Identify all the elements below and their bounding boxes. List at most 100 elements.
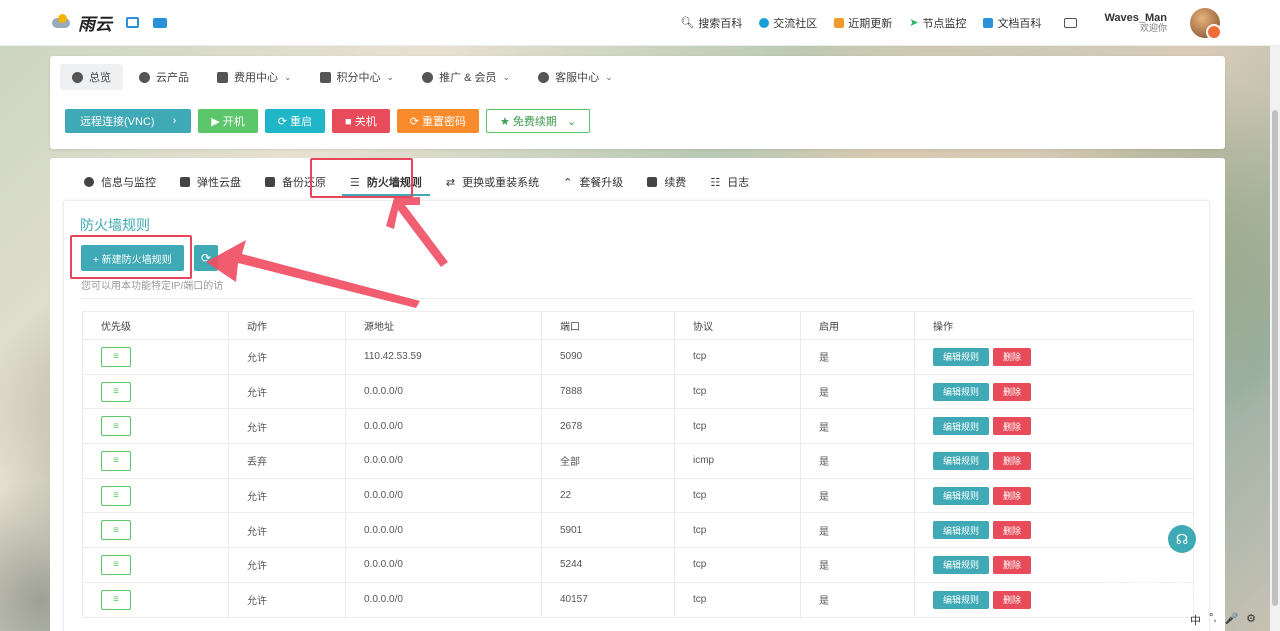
tab-label: 续费	[664, 177, 687, 189]
tab-backup-restore[interactable]: 备份还原	[253, 166, 338, 198]
protocol-cell: tcp	[674, 373, 801, 410]
vnc-button-label: 远程连接(VNC)	[80, 116, 155, 128]
menu-item-points[interactable]: 积分中心 ⌄	[308, 64, 407, 90]
mail-icon[interactable]	[1064, 17, 1078, 28]
edit-rule-button[interactable]: 编辑规则	[933, 486, 990, 505]
tab-renewal[interactable]: 续费	[635, 166, 698, 198]
refresh-button[interactable]: ⟳	[194, 245, 218, 271]
menu-item-cloud-products[interactable]: 云产品	[127, 64, 201, 90]
new-firewall-rule-button[interactable]: + 新建防火墙规则	[81, 245, 184, 271]
punctuation-icon[interactable]: °,	[1209, 612, 1216, 628]
priority-cell: ≡	[82, 512, 229, 549]
topnav-community[interactable]: 交流社区	[759, 15, 817, 31]
menu-item-label: 云产品	[156, 72, 189, 84]
ime-icon[interactable]: 中	[1190, 612, 1201, 628]
delete-rule-button[interactable]: 删除	[993, 555, 1032, 574]
topnav-monitor[interactable]: ➤ 节点监控	[909, 15, 966, 31]
free-renew-label: ★ 免费续期	[500, 116, 557, 128]
vnc-button[interactable]: 远程连接(VNC) ›	[65, 109, 192, 133]
refresh-icon: ⟳	[200, 251, 212, 265]
menu-item-promotion[interactable]: 推广 & 会员 ⌄	[410, 64, 522, 90]
drag-priority-button[interactable]: ≡	[101, 520, 131, 541]
tab-firewall-rules[interactable]: ☰ 防火墙规则	[338, 166, 434, 198]
col-port: 端口	[541, 311, 675, 340]
delete-rule-button[interactable]: 删除	[993, 382, 1032, 401]
delete-rule-button[interactable]: 删除	[993, 486, 1032, 505]
menu-item-support[interactable]: 客服中心 ⌄	[526, 64, 625, 90]
delete-rule-button[interactable]: 删除	[993, 590, 1032, 609]
table-row: ≡ 允许 0.0.0.0/0 5901 tcp 是 编辑规则 删除	[82, 512, 1194, 549]
source-cell: 0.0.0.0/0	[345, 408, 542, 445]
edit-rule-button[interactable]: 编辑规则	[933, 347, 990, 366]
customer-support-icon[interactable]: ☊	[1168, 525, 1196, 553]
drag-priority-button[interactable]: ≡	[101, 381, 131, 402]
watermark: 小黑盒	[1096, 577, 1199, 613]
delete-rule-button[interactable]: 删除	[993, 417, 1032, 436]
edit-rule-button[interactable]: 编辑规则	[933, 382, 990, 401]
top-links: 🔍︎ 搜索百科 交流社区 近期更新 ➤ 节点监控 文档百科 Waves_Man …	[680, 7, 1280, 40]
power-on-button[interactable]: ▶ 开机	[198, 109, 258, 133]
reset-password-button[interactable]: ⟳ 重置密码	[396, 109, 480, 133]
brand-logo[interactable]: 雨云	[50, 10, 167, 35]
table-row: ≡ 允许 0.0.0.0/0 7888 tcp 是 编辑规则 删除	[82, 373, 1194, 410]
table-row: ≡ 丢弃 0.0.0.0/0 全部 icmp 是 编辑规则 删除	[82, 443, 1194, 479]
image-icon[interactable]	[126, 17, 139, 28]
col-action: 动作	[228, 311, 346, 340]
shutdown-button[interactable]: ■ 关机	[332, 109, 390, 133]
tab-plan-upgrade[interactable]: ⌃ 套餐升级	[551, 166, 635, 198]
drag-priority-button[interactable]: ≡	[101, 554, 131, 575]
upgrade-icon: ⌃	[563, 176, 573, 189]
settings-icon[interactable]: ⚙	[1246, 612, 1256, 628]
topnav-search[interactable]: 🔍︎ 搜索百科	[680, 15, 742, 31]
col-enabled: 启用	[800, 311, 915, 340]
tab-logs[interactable]: ☷ 日志	[698, 166, 761, 198]
priority-cell: ≡	[82, 443, 229, 479]
monitor-icon: ➤	[909, 17, 919, 29]
edit-rule-button[interactable]: 编辑规则	[933, 521, 990, 540]
delete-rule-button[interactable]: 删除	[993, 347, 1032, 366]
port-cell: 全部	[541, 443, 675, 479]
col-protocol: 协议	[674, 311, 801, 340]
tab-reinstall-system[interactable]: ⇄ 更换或重装系统	[434, 166, 551, 198]
drag-priority-button[interactable]: ≡	[101, 589, 131, 610]
menu-item-billing[interactable]: 费用中心 ⌄	[205, 64, 304, 90]
topnav-community-label: 交流社区	[773, 17, 818, 30]
scrollbar-thumb[interactable]	[1272, 110, 1278, 606]
drag-priority-button[interactable]: ≡	[101, 450, 131, 471]
tab-info-monitor[interactable]: 信息与监控	[72, 166, 168, 198]
port-cell: 22	[541, 477, 675, 514]
tab-elastic-disk[interactable]: 弹性云盘	[168, 166, 253, 198]
port-cell: 5901	[541, 512, 675, 549]
edit-rule-button[interactable]: 编辑规则	[933, 451, 990, 470]
col-source: 源地址	[345, 311, 542, 340]
drag-priority-button[interactable]: ≡	[101, 346, 131, 367]
free-renew-button[interactable]: ★ 免费续期 ⌄	[486, 109, 591, 133]
menu-item-overview[interactable]: 总览	[60, 64, 123, 90]
restart-button[interactable]: ⟳ 重启	[264, 109, 326, 133]
username: Waves_Man	[1104, 11, 1167, 24]
port-cell: 40157	[541, 581, 675, 618]
topnav-docs[interactable]: 文档百科	[983, 15, 1041, 31]
delete-rule-button[interactable]: 删除	[993, 521, 1032, 540]
chevron-down-icon: ⌄	[566, 115, 577, 128]
translate-icon[interactable]	[153, 17, 167, 28]
edit-rule-button[interactable]: 编辑规则	[933, 555, 990, 574]
edit-rule-button[interactable]: 编辑规则	[933, 590, 990, 609]
action-cell: 允许	[228, 477, 346, 514]
firewall-card: 防火墙规则 + 新建防火墙规则 ⟳ 您可以用本功能特定IP/端口的访 优先级 动…	[63, 200, 1210, 631]
drag-priority-button[interactable]: ≡	[101, 485, 131, 506]
user-info[interactable]: Waves_Man 欢迎你	[1104, 12, 1167, 34]
welcome-text: 欢迎你	[1139, 22, 1167, 33]
avatar[interactable]	[1190, 7, 1222, 40]
tab-label: 日志	[727, 177, 750, 189]
microphone-icon[interactable]: 🎤	[1224, 612, 1238, 628]
edit-rule-button[interactable]: 编辑规则	[933, 417, 990, 436]
drag-priority-button[interactable]: ≡	[101, 416, 131, 437]
action-cell: 允许	[228, 512, 346, 549]
delete-rule-button[interactable]: 删除	[993, 451, 1032, 470]
chevron-down-icon: ⌄	[605, 71, 613, 82]
topnav-updates[interactable]: 近期更新	[834, 15, 892, 31]
page-scrollbar[interactable]	[1270, 46, 1280, 631]
priority-cell: ≡	[82, 477, 229, 514]
top-navigation-bar: 雨云 🔍︎ 搜索百科 交流社区 近期更新 ➤ 节点监控 文档百科 Waves_M…	[0, 0, 1280, 46]
